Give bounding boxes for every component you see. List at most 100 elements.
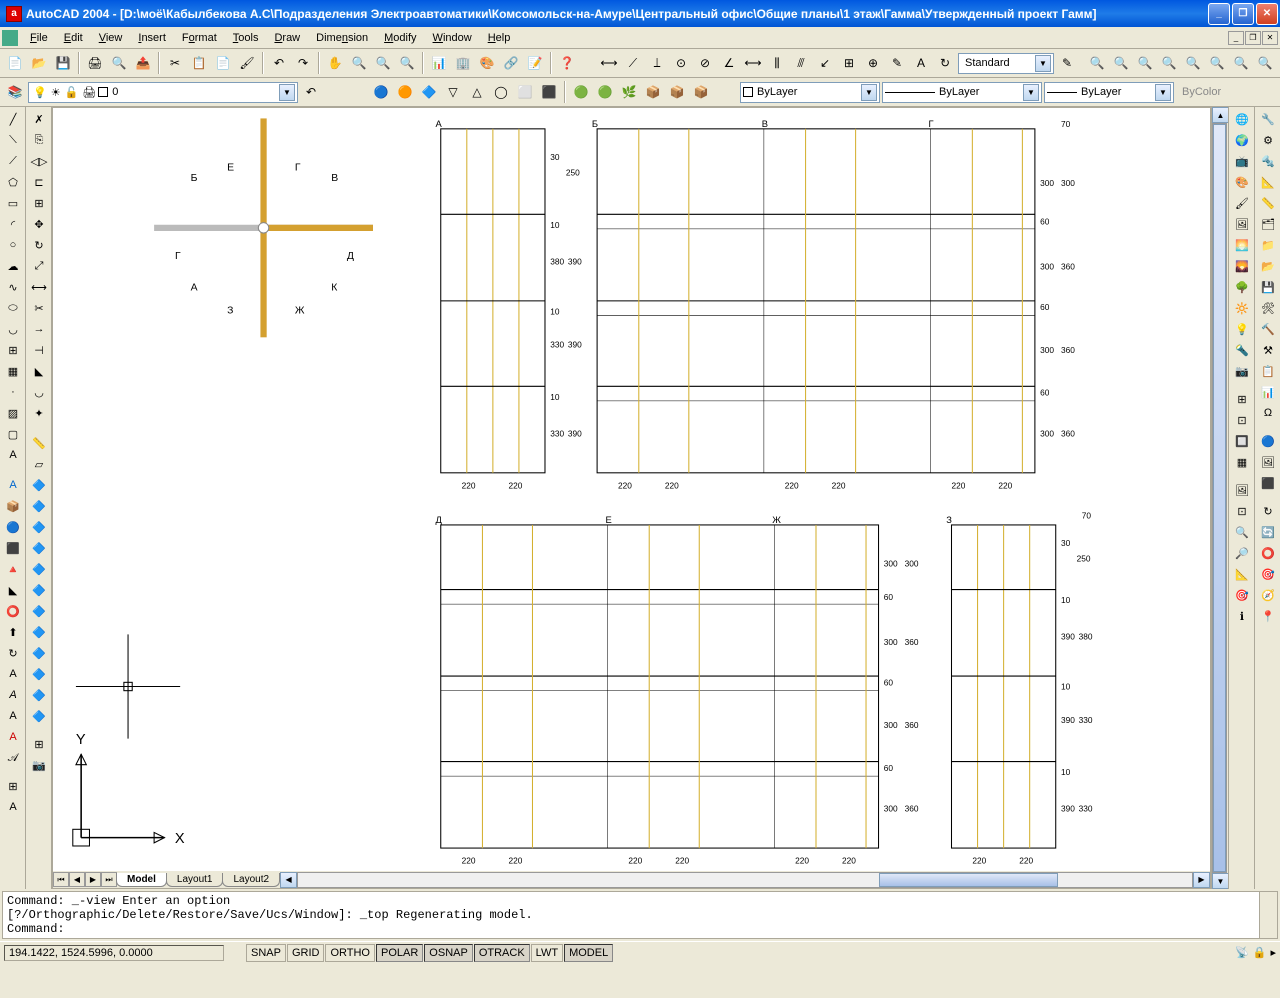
r19-icon[interactable]: ⊡ (1231, 501, 1253, 521)
dimstyle-button[interactable]: ✎ (1056, 52, 1078, 74)
cmd-prompt[interactable]: Command: (7, 922, 1273, 936)
zoom-center-icon[interactable]: 🔍 (1158, 52, 1180, 74)
dimlin-button[interactable]: ⟷ (598, 52, 620, 74)
properties-button[interactable]: 📊 (428, 52, 450, 74)
copy-icon[interactable]: ⎘ (28, 130, 50, 150)
minimize-button[interactable]: _ (1208, 3, 1230, 25)
maximize-button[interactable]: ❐ (1232, 3, 1254, 25)
hatch-icon[interactable]: ▨ (2, 403, 24, 423)
osnap-toggle[interactable]: OSNAP (424, 944, 473, 962)
paste-button[interactable]: 📄 (212, 52, 234, 74)
new-button[interactable]: 📄 (4, 52, 26, 74)
v8-icon[interactable]: 📂 (1257, 256, 1279, 276)
box-icon[interactable]: 📦 (2, 496, 24, 516)
dimstyle-combo[interactable]: Standard▼ (958, 53, 1054, 74)
style-c-icon[interactable]: 🔷 (418, 81, 440, 103)
r10-icon[interactable]: 🔆 (1231, 298, 1253, 318)
toolpalette-button[interactable]: 🎨 (476, 52, 498, 74)
zoom-rt-button[interactable]: 🔍 (348, 52, 370, 74)
v24-icon[interactable]: 📍 (1257, 606, 1279, 626)
layer-combo[interactable]: 💡☀🔓🖨 0▼ (28, 82, 298, 103)
x13-icon[interactable]: ⊞ (28, 734, 50, 754)
model-toggle[interactable]: MODEL (564, 944, 613, 962)
r9-icon[interactable]: 🌳 (1231, 277, 1253, 297)
point-icon[interactable]: · (2, 382, 24, 402)
style-f-icon[interactable]: ◯ (490, 81, 512, 103)
linetype-combo[interactable]: ByLayer▼ (882, 82, 1042, 103)
menu-help[interactable]: Help (480, 30, 519, 46)
x2-icon[interactable]: 🔷 (28, 496, 50, 516)
menu-format[interactable]: Format (174, 30, 225, 46)
r5-icon[interactable]: 🖌 (1231, 193, 1253, 213)
vscrollbar[interactable]: ▲ ▼ (1211, 107, 1228, 889)
scale-icon[interactable]: ⤢ (28, 256, 50, 276)
preview-button[interactable]: 🔍 (108, 52, 130, 74)
dbconnect-button[interactable]: 🔗 (500, 52, 522, 74)
style-e-icon[interactable]: △ (466, 81, 488, 103)
r23-icon[interactable]: 🎯 (1231, 585, 1253, 605)
menu-file[interactable]: File (22, 30, 56, 46)
rev-icon[interactable]: ↻ (2, 643, 24, 663)
array-icon[interactable]: ⊞ (28, 193, 50, 213)
menu-tools[interactable]: Tools (225, 30, 267, 46)
v15-icon[interactable]: Ω (1257, 403, 1279, 423)
dimupdate-button[interactable]: ↻ (934, 52, 956, 74)
erase-icon[interactable]: ✗ (28, 109, 50, 129)
tab-next[interactable]: ▶ (85, 872, 101, 887)
style-g-icon[interactable]: ⬜ (514, 81, 536, 103)
ellipse-icon[interactable]: ⬭ (2, 298, 24, 318)
v10-icon[interactable]: 🛠 (1257, 298, 1279, 318)
zoom-in-icon[interactable]: 🔍 (1182, 52, 1204, 74)
color-combo[interactable]: ByLayer▼ (740, 82, 880, 103)
stretch-icon[interactable]: ⟷ (28, 277, 50, 297)
v22-icon[interactable]: 🎯 (1257, 564, 1279, 584)
layer-manager-button[interactable]: 📚 (4, 81, 26, 103)
x1-icon[interactable]: 🔷 (28, 475, 50, 495)
arc-icon[interactable]: ◜ (2, 214, 24, 234)
v6-icon[interactable]: 🗂 (1257, 214, 1279, 234)
chamfer-icon[interactable]: ◣ (28, 361, 50, 381)
v9-icon[interactable]: 💾 (1257, 277, 1279, 297)
camera-icon[interactable]: 📷 (28, 755, 50, 775)
v11-icon[interactable]: 🔨 (1257, 319, 1279, 339)
r22-icon[interactable]: 📐 (1231, 564, 1253, 584)
r13-icon[interactable]: 📷 (1231, 361, 1253, 381)
dimtedit-button[interactable]: A (910, 52, 932, 74)
mdi-minimize[interactable]: _ (1228, 31, 1244, 45)
offset-icon[interactable]: ⊏ (28, 172, 50, 192)
v7-icon[interactable]: 📁 (1257, 235, 1279, 255)
v19-icon[interactable]: ↻ (1257, 501, 1279, 521)
undo-button[interactable]: ↶ (268, 52, 290, 74)
wedge-icon[interactable]: ◣ (2, 580, 24, 600)
move-icon[interactable]: ✥ (28, 214, 50, 234)
tx-a2-icon[interactable]: A (2, 727, 24, 747)
copy-button[interactable]: 📋 (188, 52, 210, 74)
area-icon[interactable]: ▱ (28, 454, 50, 474)
r3-icon[interactable]: 📺 (1231, 151, 1253, 171)
line-icon[interactable]: ╱ (2, 109, 24, 129)
tx-ab-icon[interactable]: A (2, 706, 24, 726)
v13-icon[interactable]: 📋 (1257, 361, 1279, 381)
r24-icon[interactable]: ℹ (1231, 606, 1253, 626)
zoom-win-button[interactable]: 🔍 (372, 52, 394, 74)
open-button[interactable]: 📂 (28, 52, 50, 74)
misc1-icon[interactable]: ⊞ (2, 776, 24, 796)
x10-icon[interactable]: 🔷 (28, 664, 50, 684)
pline-icon[interactable]: ⟋ (2, 151, 24, 171)
dist-icon[interactable]: 📏 (28, 433, 50, 453)
rect-icon[interactable]: ▭ (2, 193, 24, 213)
v4-icon[interactable]: 📐 (1257, 172, 1279, 192)
revcloud-icon[interactable]: ☁ (2, 256, 24, 276)
x5-icon[interactable]: 🔷 (28, 559, 50, 579)
r8-icon[interactable]: 🌄 (1231, 256, 1253, 276)
region-icon[interactable]: ▢ (2, 424, 24, 444)
qleader-button[interactable]: ↙ (814, 52, 836, 74)
tab-prev[interactable]: ◀ (69, 872, 85, 887)
zoom-scale-icon[interactable]: 🔍 (1134, 52, 1156, 74)
trim-icon[interactable]: ✂ (28, 298, 50, 318)
r6-icon[interactable]: 🖼 (1231, 214, 1253, 234)
dimang-button[interactable]: ∠ (718, 52, 740, 74)
tx-a-icon[interactable]: A (2, 664, 24, 684)
grid-toggle[interactable]: GRID (287, 944, 325, 962)
dimcont-button[interactable]: ⫻ (790, 52, 812, 74)
